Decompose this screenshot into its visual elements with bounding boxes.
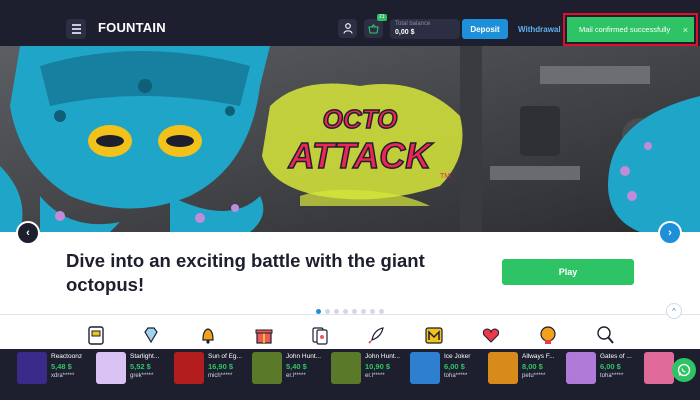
balance-display[interactable]: Total balance 0,00 $ [390, 19, 460, 39]
toast-close-icon[interactable]: × [683, 25, 688, 35]
game-thumbnail [566, 352, 596, 384]
winner-amount: 8,00 $ [522, 362, 543, 371]
basket-icon [368, 23, 379, 34]
winner-item[interactable]: Reactoonz 5,48 $ xdra***** [17, 352, 82, 386]
chat-icon [677, 363, 691, 377]
winner-amount: 5,48 $ [51, 362, 72, 371]
winner-game-name: John Hunt... [286, 353, 322, 360]
game-thumbnail [331, 352, 361, 384]
user-icon [342, 23, 353, 34]
toast-message: Mail confirmed successfully [579, 25, 671, 34]
winner-item[interactable]: John Hunt... 5,40 $ er.l***** [252, 352, 321, 386]
winner-item[interactable]: Sun of Eg... 16,90 $ mich***** [174, 352, 242, 386]
game-thumbnail [644, 352, 674, 384]
winner-item[interactable]: Allways F... 8,00 $ petu***** [488, 352, 555, 386]
winner-amount: 6,00 $ [444, 362, 465, 371]
diamond-icon[interactable] [140, 324, 162, 346]
game-thumbnail [17, 352, 47, 384]
promo-title: Dive into an exciting battle with the gi… [66, 250, 425, 295]
withdrawal-button[interactable]: Withdrawal [518, 19, 561, 39]
winner-game-name: Reactoonz [51, 353, 83, 360]
play-button[interactable]: Play [502, 259, 634, 285]
winner-username: xdra***** [51, 373, 75, 379]
promo-banner[interactable]: OCTO ATTACK TM [0, 46, 700, 232]
winner-username: er.l***** [365, 373, 385, 379]
deposit-button[interactable]: Deposit [462, 19, 508, 39]
winner-amount: 16,90 $ [208, 362, 234, 371]
winner-game-name: Sun of Eg... [208, 353, 242, 360]
game-thumbnail [488, 352, 518, 384]
success-toast: Mail confirmed successfully × [567, 17, 694, 42]
winner-item[interactable]: Starlight... 5,52 $ grek***** [96, 352, 159, 386]
heart-icon[interactable] [480, 324, 502, 346]
slot-machine-icon[interactable] [85, 324, 107, 346]
profile-button[interactable] [338, 19, 357, 38]
winner-amount: 5,52 $ [130, 362, 151, 371]
banner-prev-button[interactable]: ‹ [16, 221, 40, 245]
rocket-icon[interactable] [366, 324, 388, 346]
winner-amount: 5,40 $ [286, 362, 307, 371]
game-thumbnail [252, 352, 282, 384]
winner-amount: 10,90 $ [365, 362, 391, 371]
bell-icon[interactable] [197, 324, 219, 346]
casino-homepage: FOUNTAIN 21 Total balance 0,00 $ Deposit… [0, 0, 700, 400]
menu-button[interactable] [66, 19, 86, 39]
balance-value: 0,00 $ [395, 29, 415, 36]
winner-username: toha***** [444, 373, 468, 379]
winner-game-name: Gates of ... [600, 353, 632, 360]
gift-icon[interactable] [253, 324, 275, 346]
banner-title-tm: TM [440, 173, 450, 180]
coin-icon[interactable] [537, 324, 559, 346]
winner-item[interactable]: Ice Joker 6,00 $ toha***** [410, 352, 470, 386]
winner-username: grek***** [130, 373, 154, 379]
winner-username: toha***** [600, 373, 624, 379]
winner-game-name: Starlight... [130, 353, 160, 360]
scroll-up-button[interactable]: ^ [666, 303, 682, 319]
section-divider [0, 314, 700, 315]
winner-username: mich***** [208, 373, 233, 379]
winner-game-name: Allways F... [522, 353, 555, 360]
winner-game-name: John Hunt... [365, 353, 401, 360]
octopus-banner-image: OCTO ATTACK TM [0, 46, 700, 232]
banner-title-octo: OCTO [323, 104, 398, 134]
m-letter-icon[interactable] [423, 324, 445, 346]
banner-next-button[interactable]: › [658, 221, 682, 245]
banner-title-attack: ATTACK [288, 135, 435, 176]
winner-amount: 6,00 $ [600, 362, 621, 371]
winner-game-name: Ice Joker [444, 353, 471, 360]
balance-label: Total balance [395, 21, 431, 27]
cards-icon[interactable] [309, 324, 331, 346]
magnifier-icon[interactable] [594, 324, 616, 346]
winner-username: petu***** [522, 373, 546, 379]
chat-button[interactable] [672, 358, 696, 382]
winner-item[interactable]: John Hunt... 10,90 $ er.l***** [331, 352, 400, 386]
basket-button[interactable] [364, 19, 383, 38]
basket-count-badge: 21 [377, 14, 387, 21]
winner-username: er.l***** [286, 373, 306, 379]
site-logo[interactable]: FOUNTAIN [98, 20, 166, 35]
hamburger-icon [71, 23, 81, 35]
game-thumbnail [410, 352, 440, 384]
game-thumbnail [96, 352, 126, 384]
game-thumbnail [174, 352, 204, 384]
winner-item[interactable]: Gates of ... 6,00 $ toha***** [566, 352, 632, 386]
